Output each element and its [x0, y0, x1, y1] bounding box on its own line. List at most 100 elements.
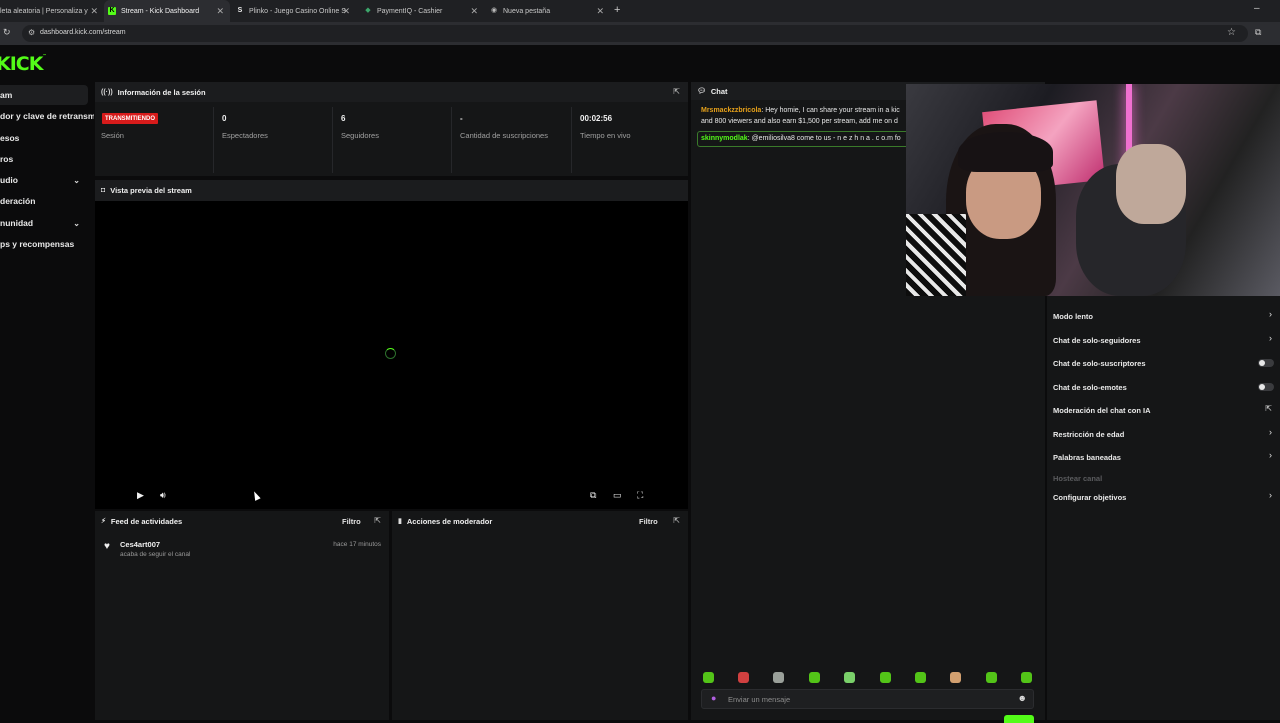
person-hair	[958, 132, 1053, 172]
microphone-icon[interactable]: ●	[711, 693, 716, 703]
emote-icon[interactable]	[738, 672, 749, 683]
emote-icon[interactable]	[809, 672, 820, 683]
sidebar-item-others[interactable]: ros	[0, 149, 88, 169]
reload-icon[interactable]: ↻	[3, 27, 11, 38]
bolt-icon: ⚡︎	[101, 518, 106, 525]
person-face	[1116, 144, 1186, 224]
close-icon[interactable]: ✕	[470, 6, 478, 17]
setting-goals[interactable]: Configurar objetivos ›	[1047, 490, 1280, 504]
browser-tab-active[interactable]: K Stream - Kick Dashboard ✕	[104, 0, 230, 22]
emote-icon[interactable]	[880, 672, 891, 683]
browser-tab[interactable]: ◆ PaymentIQ - Cashier ✕	[360, 0, 484, 22]
stat-value: 6	[341, 114, 346, 123]
emote-icon[interactable]	[950, 672, 961, 683]
minimize-icon[interactable]: –	[1254, 3, 1260, 14]
setting-host-channel: Hostear canal	[1047, 471, 1280, 483]
extensions-icon[interactable]: ⧉	[1255, 27, 1261, 38]
filter-button[interactable]: Filtro	[342, 517, 361, 526]
emoji-icon[interactable]: ☻	[1018, 693, 1027, 703]
setting-label: Chat de solo-seguidores	[1053, 336, 1141, 345]
setting-age-restriction[interactable]: Restricción de edad ›	[1047, 427, 1280, 441]
close-icon[interactable]: ✕	[216, 6, 224, 17]
chat-settings-panel: Modo lento › Chat de solo-seguidores › C…	[1047, 296, 1280, 720]
external-link-icon: ⇱	[1265, 404, 1272, 413]
feed-username[interactable]: Ces4art007	[120, 540, 160, 549]
session-info-title: Información de la sesión	[117, 87, 206, 97]
close-icon[interactable]: ✕	[342, 6, 350, 17]
close-icon[interactable]: ✕	[90, 6, 98, 17]
feed-action: acaba de seguir el canal	[120, 551, 191, 558]
sidebar-item-rewards[interactable]: ps y recompensas	[0, 234, 88, 254]
emotes-only-toggle[interactable]	[1258, 383, 1274, 391]
setting-label: Modo lento	[1053, 312, 1093, 321]
chat-username[interactable]: Mrsmackzzbricola	[701, 107, 761, 114]
chat-input-placeholder: Enviar un mensaje	[728, 695, 791, 704]
popout-icon[interactable]: ⇱	[673, 87, 680, 96]
bookmark-star-icon[interactable]: ☆	[1227, 27, 1236, 38]
signal-icon: ((·))	[101, 88, 113, 96]
sidebar-item-stream-key[interactable]: dor y clave de retransmisión	[0, 106, 94, 126]
kick-logo[interactable]: KICK™	[0, 53, 46, 75]
tab-title: PaymentIQ - Cashier	[377, 7, 443, 15]
stat-value: 00:02:56	[580, 114, 613, 123]
chevron-right-icon: ›	[1269, 450, 1272, 460]
sidebar-item-stream[interactable]: am	[0, 85, 88, 105]
play-icon[interactable]: ▶	[137, 490, 144, 501]
setting-slow-mode[interactable]: Modo lento ›	[1047, 309, 1280, 323]
emote-icon[interactable]	[773, 672, 784, 683]
sidebar-item-payouts[interactable]: esos	[0, 128, 88, 148]
stat-followers: 6 Seguidores	[332, 107, 451, 173]
popout-icon[interactable]: ⇱	[374, 516, 381, 525]
setting-label: Hostear canal	[1053, 474, 1103, 483]
moderator-actions-title: Acciones de moderador	[406, 516, 493, 526]
dashboard-topbar	[0, 45, 1280, 79]
globe-icon: ◉	[490, 7, 498, 14]
browser-tab[interactable]: ◉ Nueva pestaña ✕	[486, 0, 610, 22]
picture-in-picture-icon[interactable]: ⧉	[590, 490, 596, 501]
paymentiq-icon: ◆	[365, 7, 371, 14]
close-icon[interactable]: ✕	[596, 6, 604, 17]
sidebar-item-studio[interactable]: udio ⌄	[0, 170, 88, 190]
url-field[interactable]: ⚙ dashboard.kick.com/stream ☆	[22, 25, 1248, 42]
striped-jacket	[906, 214, 966, 296]
chat-message: Mrsmackzzbricola: Hey homie, I can share…	[701, 107, 900, 114]
chat-username[interactable]: skinnymodlak	[701, 135, 748, 142]
session-label: Sesión	[101, 131, 124, 140]
site-settings-icon[interactable]: ⚙	[28, 28, 35, 37]
live-badge: TRANSMITIENDO	[102, 113, 158, 124]
chevron-right-icon: ›	[1269, 490, 1272, 500]
emote-icon[interactable]	[1021, 672, 1032, 683]
browser-tab[interactable]: S Plinko - Juego Casino Online S ✕	[232, 0, 356, 22]
stat-subscriptions: - Cantidad de suscripciones	[451, 107, 571, 173]
setting-ai-moderation[interactable]: Moderación del chat con IA ⇱	[1047, 403, 1280, 417]
tab-title: Plinko - Juego Casino Online S	[249, 7, 346, 15]
chat-message-continued: and 800 viewers and also earn $1,500 per…	[701, 118, 898, 125]
sidebar-item-community[interactable]: nunidad ⌄	[0, 213, 88, 233]
emote-icon[interactable]	[915, 672, 926, 683]
emote-icon[interactable]	[844, 672, 855, 683]
chat-input[interactable]: ● Enviar un mensaje ☻	[701, 689, 1034, 709]
send-button[interactable]	[1004, 715, 1034, 723]
filter-button[interactable]: Filtro	[639, 517, 658, 526]
popout-icon[interactable]: ⇱	[673, 516, 680, 525]
setting-banned-words[interactable]: Palabras baneadas ›	[1047, 450, 1280, 464]
loading-spinner-icon	[385, 348, 396, 359]
fullscreen-icon[interactable]: ⛶	[637, 490, 643, 501]
emote-icon[interactable]	[703, 672, 714, 683]
browser-tab[interactable]: leta aleatoria | Personaliza y ✕	[0, 0, 104, 22]
subscribers-only-toggle[interactable]	[1258, 359, 1274, 367]
sidebar-item-label: nunidad	[0, 218, 34, 228]
theater-mode-icon[interactable]: ▭	[613, 490, 622, 501]
setting-followers-only[interactable]: Chat de solo-seguidores ›	[1047, 333, 1280, 347]
chevron-right-icon: ›	[1269, 333, 1272, 343]
volume-icon[interactable]: 🔊︎	[160, 490, 166, 501]
new-tab-icon[interactable]: +	[614, 4, 620, 16]
emote-icon[interactable]	[986, 672, 997, 683]
stat-label: Seguidores	[341, 131, 379, 140]
webcam-overlay	[906, 84, 1280, 296]
session-info-header: ((·)) Información de la sesión	[95, 82, 688, 102]
tab-title: Stream - Kick Dashboard	[121, 7, 200, 15]
sidebar-item-moderation[interactable]: deración	[0, 191, 88, 211]
chat-text: and 800 viewers and also earn $1,500 per…	[701, 118, 898, 125]
setting-label: Chat de solo-suscriptores	[1053, 359, 1146, 368]
